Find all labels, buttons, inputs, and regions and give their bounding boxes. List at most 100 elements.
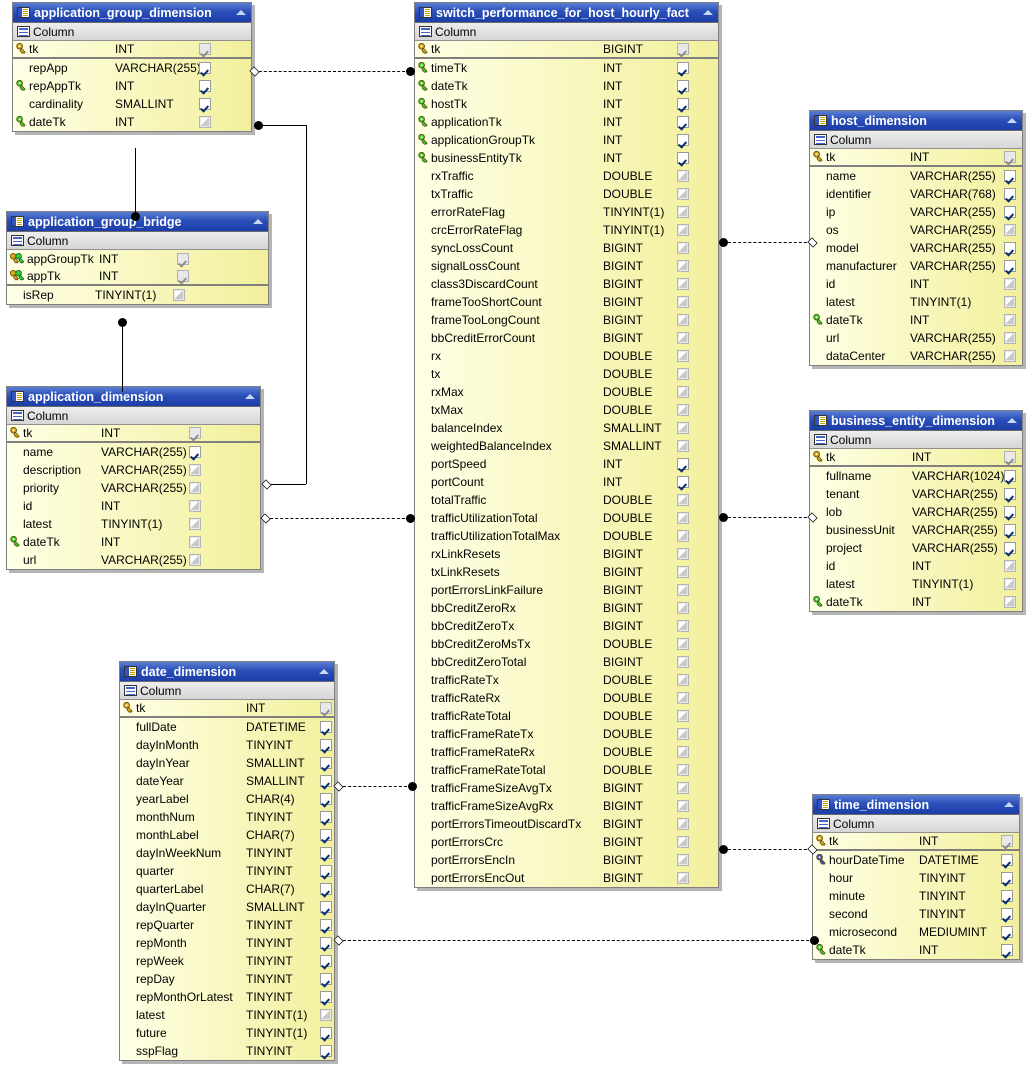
column-checkbox[interactable] [677, 404, 697, 416]
column-row[interactable]: txTraffic DOUBLE [415, 185, 718, 203]
column-row[interactable]: priority VARCHAR(255) [7, 479, 260, 497]
column-checkbox[interactable] [1001, 926, 1019, 938]
column-checkbox[interactable] [173, 289, 193, 301]
column-checkbox[interactable] [677, 206, 697, 218]
column-row[interactable]: description VARCHAR(255) [7, 461, 260, 479]
column-checkbox[interactable] [1004, 314, 1022, 326]
collapse-arrow-icon[interactable] [318, 665, 331, 678]
column-row[interactable]: frameTooLongCount BIGINT [415, 311, 718, 329]
column-checkbox[interactable] [199, 43, 219, 55]
column-checkbox[interactable] [677, 782, 697, 794]
table-switch_performance_for_host_hourly_fact[interactable]: switch_performance_for_host_hourly_fact C… [414, 2, 719, 888]
column-checkbox[interactable] [1004, 170, 1022, 182]
column-row[interactable]: repAppTk INT [13, 77, 251, 95]
column-row[interactable]: tk INT [810, 449, 1022, 467]
column-row[interactable]: id INT [810, 557, 1022, 575]
column-checkbox[interactable] [199, 98, 219, 110]
column-checkbox[interactable] [677, 170, 697, 182]
column-row[interactable]: weightedBalanceIndex SMALLINT [415, 437, 718, 455]
column-checkbox[interactable] [677, 674, 697, 686]
column-row[interactable]: trafficUtilizationTotal DOUBLE [415, 509, 718, 527]
column-checkbox[interactable] [1001, 854, 1019, 866]
column-checkbox[interactable] [189, 536, 209, 548]
column-checkbox[interactable] [320, 739, 334, 751]
column-checkbox[interactable] [199, 80, 219, 92]
table-application_group_dimension[interactable]: application_group_dimension Column tk INT re… [12, 2, 252, 132]
column-checkbox[interactable] [677, 260, 697, 272]
column-row[interactable]: isRep TINYINT(1) [7, 286, 268, 304]
column-row[interactable]: syncLossCount BIGINT [415, 239, 718, 257]
column-checkbox[interactable] [1004, 332, 1022, 344]
collapse-arrow-icon[interactable] [702, 6, 715, 19]
column-checkbox[interactable] [677, 116, 697, 128]
column-row[interactable]: cardinality SMALLINT [13, 95, 251, 113]
column-row[interactable]: dateTk INT [810, 311, 1022, 329]
column-checkbox[interactable] [677, 332, 697, 344]
column-row[interactable]: tk INT [7, 425, 260, 443]
column-row[interactable]: dateTk INT [13, 113, 251, 131]
column-row[interactable]: repApp VARCHAR(255) [13, 59, 251, 77]
column-row[interactable]: hostTk INT [415, 95, 718, 113]
column-row[interactable]: crcErrorRateFlag TINYINT(1) [415, 221, 718, 239]
column-checkbox[interactable] [320, 1045, 334, 1057]
collapse-arrow-icon[interactable] [235, 6, 248, 19]
table-business_entity_dimension[interactable]: business_entity_dimension Column tk INT full… [809, 410, 1023, 612]
column-checkbox[interactable] [189, 427, 209, 439]
table-date_dimension[interactable]: date_dimension Column tk INT fullDate DATETIM… [119, 661, 335, 1061]
column-row[interactable]: dayInMonth TINYINT [120, 736, 334, 754]
column-checkbox[interactable] [1004, 560, 1022, 572]
column-checkbox[interactable] [677, 530, 697, 542]
column-checkbox[interactable] [677, 458, 697, 470]
collapse-arrow-icon[interactable] [252, 215, 265, 228]
column-checkbox[interactable] [677, 476, 697, 488]
column-row[interactable]: quarterLabel CHAR(7) [120, 880, 334, 898]
column-row[interactable]: errorRateFlag TINYINT(1) [415, 203, 718, 221]
column-checkbox[interactable] [320, 955, 334, 967]
column-checkbox[interactable] [677, 242, 697, 254]
column-row[interactable]: quarter TINYINT [120, 862, 334, 880]
column-row[interactable]: tk INT [120, 700, 334, 718]
column-checkbox[interactable] [677, 494, 697, 506]
column-row[interactable]: portCount INT [415, 473, 718, 491]
column-checkbox[interactable] [320, 1009, 334, 1021]
column-row[interactable]: name VARCHAR(255) [810, 167, 1022, 185]
column-row[interactable]: latest TINYINT(1) [120, 1006, 334, 1024]
column-checkbox[interactable] [677, 98, 697, 110]
column-checkbox[interactable] [320, 847, 334, 859]
column-row[interactable]: fullDate DATETIME [120, 718, 334, 736]
column-row[interactable]: dateTk INT [813, 941, 1019, 959]
table-title-bar[interactable]: application_dimension [7, 387, 260, 407]
column-row[interactable]: hourDateTime DATETIME [813, 851, 1019, 869]
column-row[interactable]: dateTk INT [7, 533, 260, 551]
column-checkbox[interactable] [320, 721, 334, 733]
column-row[interactable]: businessEntityTk INT [415, 149, 718, 167]
column-checkbox[interactable] [677, 440, 697, 452]
column-checkbox[interactable] [677, 692, 697, 704]
column-checkbox[interactable] [1004, 350, 1022, 362]
column-checkbox[interactable] [1001, 872, 1019, 884]
column-checkbox[interactable] [189, 464, 209, 476]
column-row[interactable]: rxTraffic DOUBLE [415, 167, 718, 185]
column-row[interactable]: tx DOUBLE [415, 365, 718, 383]
column-row[interactable]: ip VARCHAR(255) [810, 203, 1022, 221]
table-title-bar[interactable]: time_dimension [813, 795, 1019, 815]
column-checkbox[interactable] [677, 710, 697, 722]
column-row[interactable]: latest TINYINT(1) [810, 575, 1022, 593]
column-row[interactable]: repWeek TINYINT [120, 952, 334, 970]
column-checkbox[interactable] [677, 854, 697, 866]
column-row[interactable]: txLinkResets BIGINT [415, 563, 718, 581]
column-checkbox[interactable] [320, 757, 334, 769]
column-row[interactable]: latest TINYINT(1) [7, 515, 260, 533]
column-row[interactable]: trafficRateTotal DOUBLE [415, 707, 718, 725]
column-row[interactable]: dataCenter VARCHAR(255) [810, 347, 1022, 365]
column-row[interactable]: rx DOUBLE [415, 347, 718, 365]
table-title-bar[interactable]: application_group_dimension [13, 3, 251, 23]
table-host_dimension[interactable]: host_dimension Column tk INT name VARCHAR(255… [809, 110, 1023, 366]
column-checkbox[interactable] [1004, 542, 1022, 554]
column-checkbox[interactable] [1001, 890, 1019, 902]
column-checkbox[interactable] [320, 1027, 334, 1039]
column-checkbox[interactable] [677, 800, 697, 812]
column-row[interactable]: repDay TINYINT [120, 970, 334, 988]
column-row[interactable]: businessUnit VARCHAR(255) [810, 521, 1022, 539]
column-checkbox[interactable] [677, 512, 697, 524]
